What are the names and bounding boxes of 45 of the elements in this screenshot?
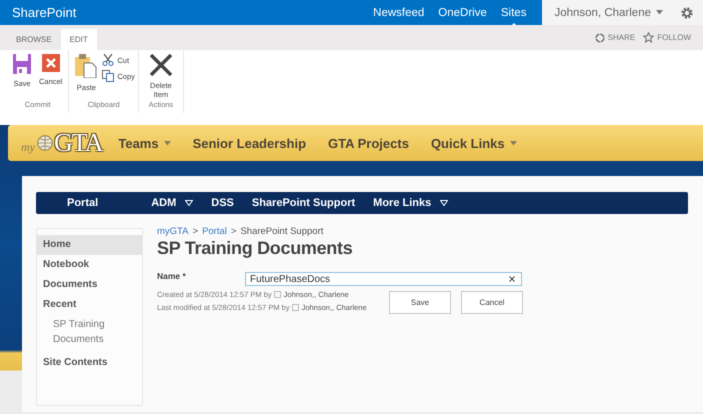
sync-icon <box>594 32 605 42</box>
clear-icon[interactable] <box>509 276 515 282</box>
breadcrumb-separator: > <box>230 226 236 237</box>
form-button[interactable]: Cancel <box>461 291 523 314</box>
presence-icon <box>292 304 299 311</box>
sidebar-item[interactable]: Site Contents <box>37 353 142 373</box>
suite-link[interactable]: Sites <box>500 0 526 25</box>
page-title: SP Training Documents <box>157 238 354 259</box>
breadcrumb-link[interactable]: Portal <box>202 226 227 237</box>
scissors-icon <box>102 54 114 66</box>
top-nav-link[interactable]: Teams <box>118 136 171 150</box>
sidebar-subitem[interactable]: SP Training Documents <box>37 315 142 353</box>
top-nav-link[interactable]: Quick Links <box>430 136 517 150</box>
form-button[interactable]: Save <box>389 291 451 314</box>
name-field[interactable]: FuturePhaseDocs <box>245 272 522 286</box>
copy-icon <box>102 70 114 82</box>
breadcrumb-link[interactable]: myGTA <box>157 226 188 237</box>
suite-link[interactable]: Newsfeed <box>373 0 424 25</box>
sidebar-item[interactable]: Documents <box>37 275 142 295</box>
settings-icon[interactable] <box>681 6 693 18</box>
delete-icon <box>148 54 173 76</box>
site-nav-link[interactable]: More Links <box>373 197 448 209</box>
suite-link[interactable]: OneDrive <box>438 0 487 25</box>
share-link[interactable]: SHARE <box>608 33 636 42</box>
cancel-icon <box>42 54 60 72</box>
top-nav-link[interactable]: GTA Projects <box>328 136 409 150</box>
follow-link[interactable]: FOLLOW <box>657 33 691 42</box>
presence-icon <box>274 291 281 298</box>
caret-icon <box>656 10 663 15</box>
brand-title[interactable]: SharePoint <box>12 5 374 20</box>
star-icon <box>643 32 654 43</box>
breadcrumb-item: SharePoint Support <box>240 226 324 237</box>
site-nav-link[interactable]: ADM <box>151 197 194 209</box>
sidebar-item[interactable]: Recent <box>37 295 142 315</box>
ribbon-tab[interactable]: BROWSE <box>7 29 61 50</box>
sidebar-item[interactable]: Home <box>37 235 142 255</box>
breadcrumb-separator: > <box>192 226 198 237</box>
field-label: Name * <box>157 271 187 281</box>
site-nav-link[interactable]: SharePoint Support <box>252 197 356 209</box>
ribbon-tab[interactable]: EDIT <box>60 29 97 50</box>
site-nav-link[interactable]: Portal <box>67 197 98 209</box>
site-nav-link[interactable]: DSS <box>211 197 234 209</box>
clipboard-icon <box>75 54 98 78</box>
sidebar-item[interactable]: Notebook <box>37 255 142 275</box>
top-nav-link[interactable]: Senior Leadership <box>192 136 306 150</box>
